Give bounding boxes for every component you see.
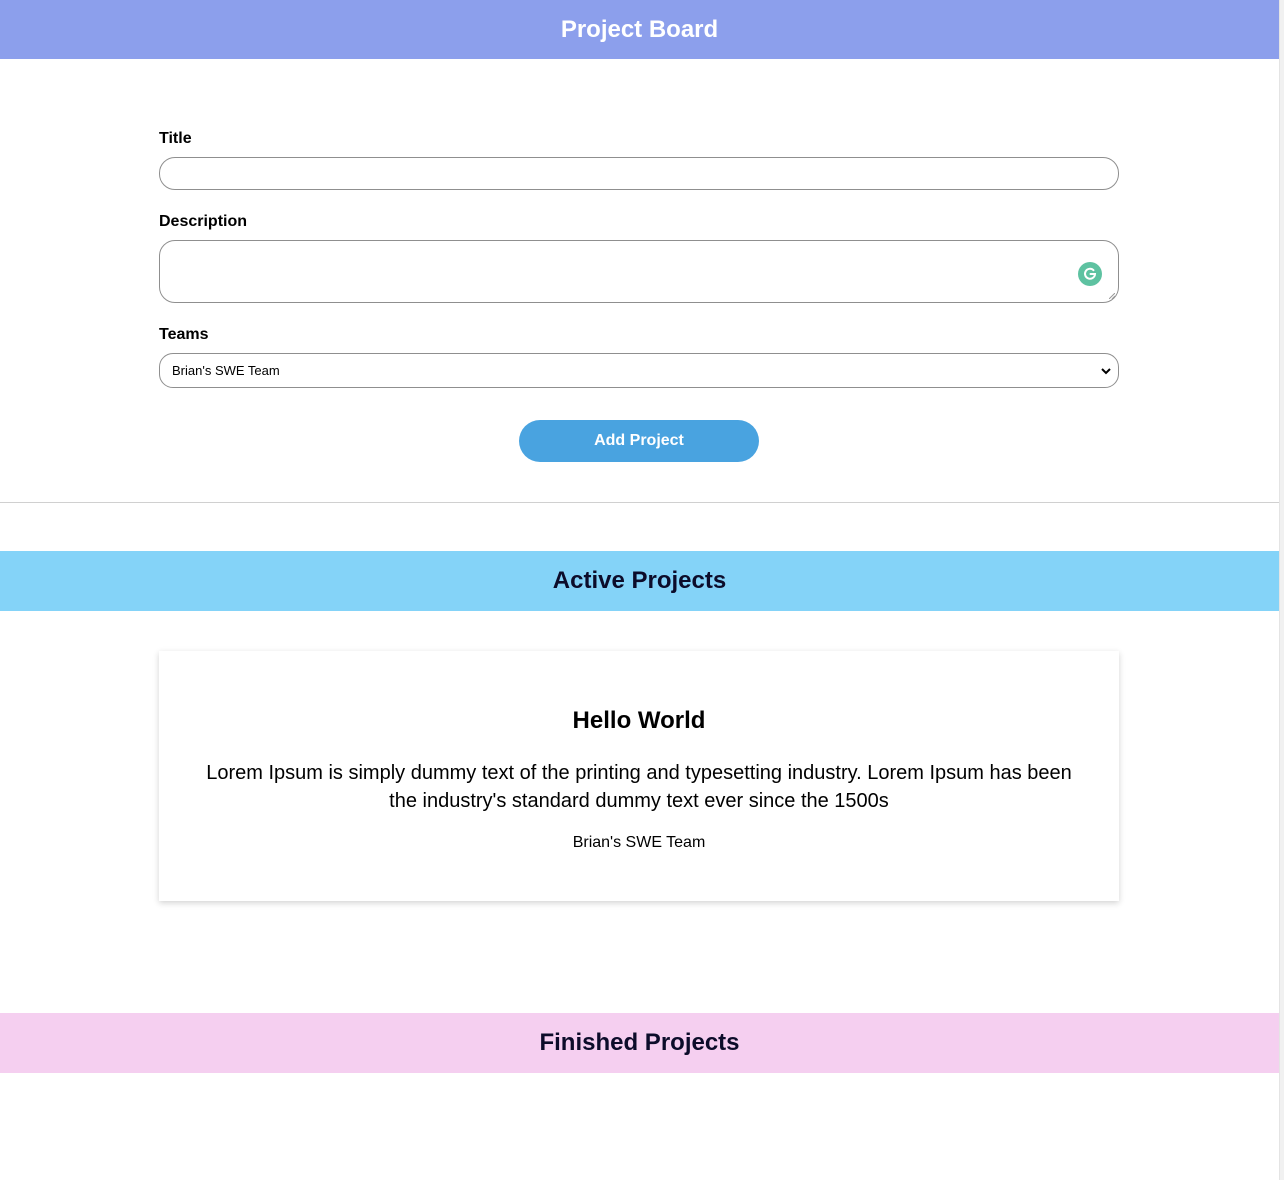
teams-select-value: Brian's SWE Team	[172, 363, 280, 378]
divider	[0, 502, 1279, 503]
teams-label: Teams	[159, 326, 209, 343]
finished-projects-header: Finished Projects	[0, 1013, 1279, 1073]
add-project-button[interactable]: Add Project	[519, 420, 759, 462]
active-projects-heading: Active Projects	[552, 567, 727, 594]
title-input[interactable]	[159, 157, 1119, 190]
description-label: Description	[159, 213, 248, 230]
project-team: Brian's SWE Team	[572, 834, 706, 851]
project-description: Lorem Ipsum is simply dummy text of the …	[206, 762, 1072, 812]
page-title: Project Board	[560, 15, 719, 43]
project-card: Hello World Lorem Ipsum is simply dummy …	[159, 651, 1119, 901]
app-header: Project Board	[0, 0, 1279, 59]
grammarly-icon[interactable]	[1078, 262, 1102, 286]
resize-grip-icon[interactable]	[1109, 293, 1115, 299]
title-label: Title	[159, 130, 192, 147]
active-projects-header: Active Projects	[0, 551, 1279, 611]
scrollbar[interactable]	[1279, 0, 1284, 1180]
teams-select[interactable]: Brian's SWE Team	[159, 353, 1119, 388]
finished-projects-heading: Finished Projects	[539, 1029, 740, 1056]
description-textarea[interactable]	[159, 240, 1119, 303]
page: Project Board Title Description Teams Br…	[0, 0, 1279, 1180]
project-title: Hello World	[572, 707, 706, 734]
chevron-down-icon	[1101, 368, 1111, 375]
